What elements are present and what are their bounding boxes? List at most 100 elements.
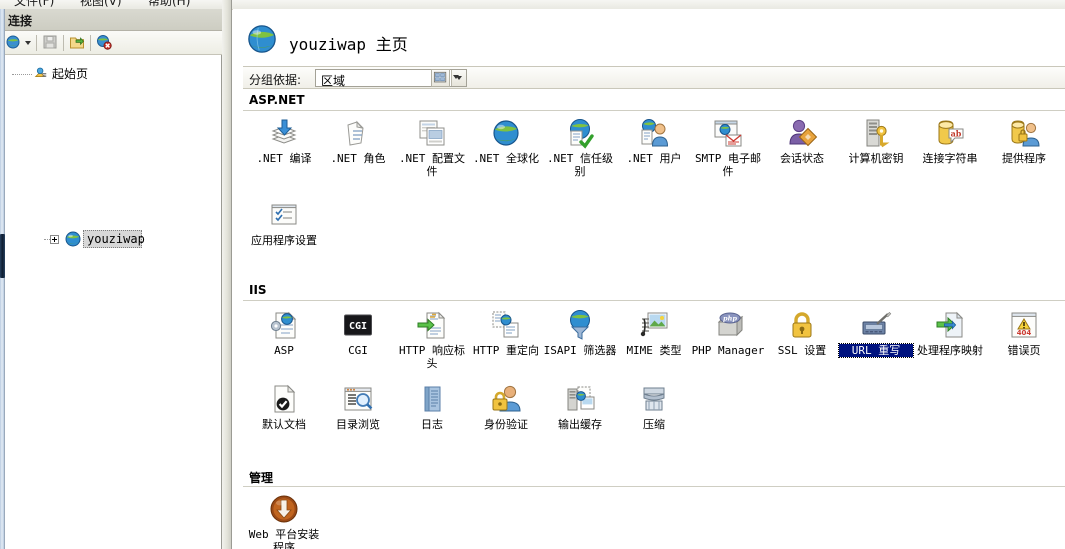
feature-label: 日志 [421,418,443,431]
connect-dropdown-icon[interactable] [6,34,26,52]
feature-label: .NET 用户 [626,152,682,165]
left-edge-scrollbar-thumb[interactable] [0,234,5,278]
page-header: youziwap 主页 [233,9,1065,63]
feature-label: 身份验证 [484,418,528,431]
group-by-label: 分组依据: [249,73,302,87]
feature-label: HTTP 重定向 [472,344,540,357]
handler-mappings-icon [934,309,966,341]
chevron-down-icon[interactable] [25,41,31,45]
feature-cgi[interactable]: CGI CGI [321,309,395,357]
ssl-settings-icon [786,309,818,341]
feature-label: 处理程序映射 [917,344,983,357]
view-details-icon[interactable] [431,69,450,87]
feature-compression[interactable]: 压缩 [617,383,691,431]
connection-strings-icon: ab [934,117,966,149]
feature-web-platform-installer[interactable]: Web 平台安装程序 [247,493,321,549]
feature-application-settings[interactable]: 应用程序设置 [247,199,321,247]
feature-net-compilation[interactable]: .NET 编译 [247,117,321,165]
disconnect-icon[interactable] [96,34,116,52]
group-header-iis-label: IIS [249,283,267,297]
feature-mime-types[interactable]: MIME 类型 [617,309,691,357]
feature-connection-strings[interactable]: ab 连接字符串 [913,117,987,165]
feature-label: ASP [274,344,294,357]
pane-splitter[interactable] [222,0,232,549]
net-trust-levels-icon [564,117,596,149]
compression-icon [638,383,670,415]
view-chevron-down-icon[interactable] [453,75,459,79]
save-icon[interactable] [42,34,62,52]
feature-label: SMTP 电子邮件 [694,152,762,178]
feature-label: 会话状态 [780,152,824,165]
feature-net-globalization[interactable]: .NET 全球化 [469,117,543,165]
feature-php-manager[interactable]: php PHP Manager [691,309,765,357]
net-globalization-icon [490,117,522,149]
connections-tree[interactable]: 起始页 youziwap [0,55,221,549]
net-roles-icon [342,117,374,149]
group-header-aspnet: ASP.NET [243,91,1065,111]
feature-machine-key[interactable]: 计算机密钥 [839,117,913,165]
group-header-iis: IIS [243,281,1065,301]
error-pages-icon: 404 [1008,309,1040,341]
connections-title-label: 连接 [8,14,33,28]
feature-http-response-headers[interactable]: HTTP 响应标头 [395,309,469,370]
machine-key-icon [860,117,892,149]
menu-item-file[interactable]: 文件(F) [14,0,54,9]
toolbar-separator-1 [36,35,37,51]
group-header-management-label: 管理 [249,471,274,485]
feature-label: CGI [348,344,368,357]
web-platform-installer-icon [268,493,300,525]
feature-net-roles[interactable]: .NET 角色 [321,117,395,165]
application-settings-icon [268,199,300,231]
start-page-icon [34,66,48,83]
feature-net-users[interactable]: .NET 用户 [617,117,691,165]
connect-server-icon[interactable] [69,34,89,52]
group-header-aspnet-label: ASP.NET [249,93,305,107]
feature-net-profile[interactable]: .NET 配置文件 [395,117,469,178]
smtp-email-icon [712,117,744,149]
feature-authentication[interactable]: 身份验证 [469,383,543,431]
feature-ssl-settings[interactable]: SSL 设置 [765,309,839,357]
feature-label: 输出缓存 [558,418,602,431]
feature-providers[interactable]: 提供程序 [987,117,1061,165]
tree-item-youziwap-label: youziwap [87,232,145,246]
menu-item-view[interactable]: 视图(V) [80,0,122,9]
feature-directory-browsing[interactable]: 目录浏览 [321,383,395,431]
net-profile-icon [416,117,448,149]
menu-item-help[interactable]: 帮助(H) [148,0,190,9]
feature-handler-mappings[interactable]: 处理程序映射 [913,309,987,357]
feature-net-trust-levels[interactable]: .NET 信任级别 [543,117,617,178]
feature-session-state[interactable]: 会话状态 [765,117,839,165]
feature-label: URL 重写 [838,343,914,358]
url-rewrite-icon [860,309,892,341]
tree-expand-icon[interactable] [50,235,59,244]
toolbar-separator-2 [63,35,64,51]
feature-asp[interactable]: ASP [247,309,321,357]
group-by-value: 区域 [321,74,346,88]
feature-label: HTTP 响应标头 [398,344,466,370]
group-header-management: 管理 [243,467,1065,487]
svg-text:php: php [723,315,737,323]
feature-smtp-email[interactable]: SMTP 电子邮件 [691,117,765,178]
feature-label: 默认文档 [262,418,306,431]
feature-url-rewrite[interactable]: URL 重写 [838,309,914,358]
page-title: youziwap 主页 [289,35,408,54]
feature-label: 目录浏览 [336,418,380,431]
left-edge-scrollbar[interactable] [0,9,5,549]
group-by-toolbar[interactable]: 分组依据: 区域 [243,66,1065,89]
connections-toolbar[interactable] [0,31,222,55]
feature-http-redirect[interactable]: HTTP 重定向 [469,309,543,357]
feature-label: 计算机密钥 [848,152,904,165]
server-globe-icon [65,231,81,250]
feature-error-pages[interactable]: 404 错误页 [987,309,1061,357]
feature-logging[interactable]: 日志 [395,383,469,431]
feature-label: MIME 类型 [626,344,682,357]
connections-pane: 连接 起始页 youziwap [0,9,222,549]
http-response-headers-icon [416,309,448,341]
http-redirect-icon [490,309,522,341]
feature-output-caching[interactable]: 输出缓存 [543,383,617,431]
feature-label: .NET 信任级别 [546,152,614,178]
feature-default-document[interactable]: 默认文档 [247,383,321,431]
feature-isapi-filters[interactable]: ISAPI 筛选器 [543,309,617,357]
feature-label: 连接字符串 [922,152,978,165]
tree-connector-dots [12,74,32,75]
